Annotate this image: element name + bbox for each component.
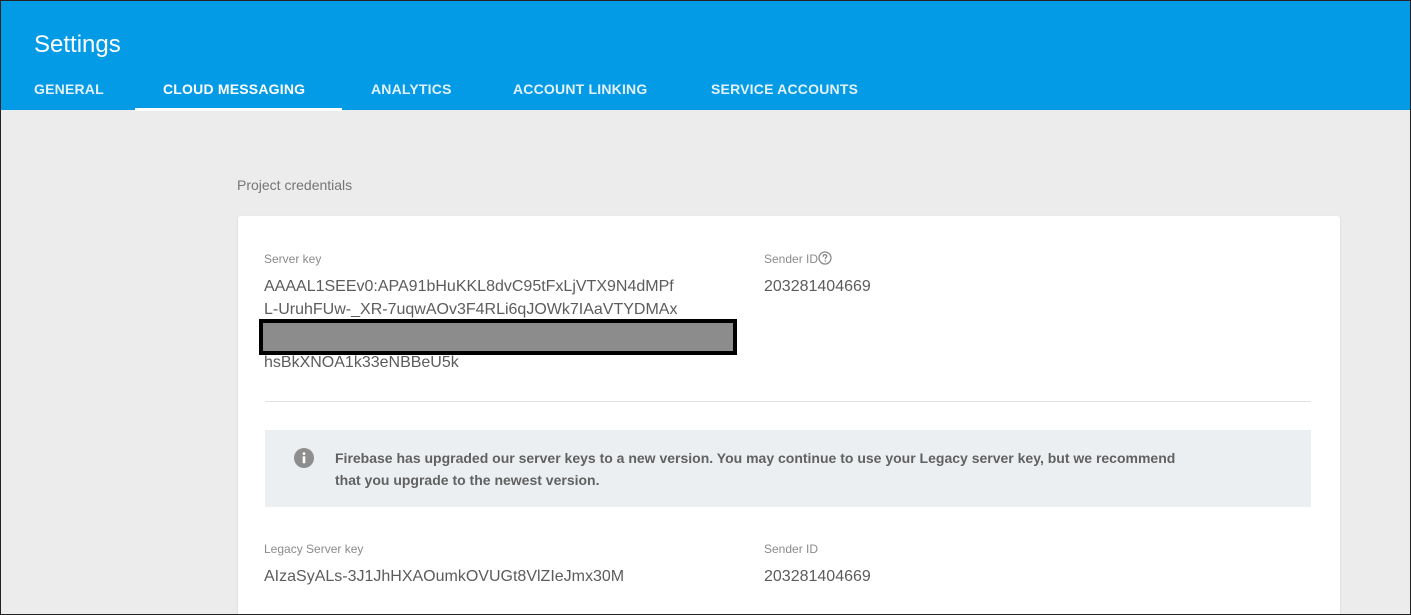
app-window: Settings GENERAL CLOUD MESSAGING ANALYTI…	[0, 0, 1411, 615]
sender-id-value[interactable]: 203281404669	[764, 277, 871, 297]
server-key-value-line2[interactable]: L-UruhFUw-_XR-7uqwAOv3F4RLi6qJOWk7IAaVTY…	[264, 300, 677, 320]
settings-header: Settings GENERAL CLOUD MESSAGING ANALYTI…	[1, 1, 1410, 111]
notice-line-1: Firebase has upgraded our server keys to…	[335, 450, 1176, 466]
server-key-value-line4[interactable]: hsBkXNOA1k33eNBBeU5k	[264, 353, 459, 373]
divider	[265, 401, 1311, 402]
help-circle-icon[interactable]	[818, 251, 832, 265]
legacy-sender-id-value[interactable]: 203281404669	[764, 567, 871, 587]
tab-service-accounts[interactable]: SERVICE ACCOUNTS	[711, 80, 858, 98]
tab-general[interactable]: GENERAL	[34, 80, 104, 98]
notice-line-2: that you upgrade to the newest version.	[335, 472, 600, 488]
legacy-server-key-value[interactable]: AIzaSyALs-3J1JhHXAOumkOVUGt8VlZIeJmx30M	[264, 567, 624, 587]
legacy-server-key-label: Legacy Server key	[264, 542, 364, 556]
active-tab-indicator	[135, 108, 342, 111]
info-icon	[294, 448, 314, 468]
tab-analytics[interactable]: ANALYTICS	[371, 80, 452, 98]
redaction-box	[259, 319, 737, 355]
tab-account-linking[interactable]: ACCOUNT LINKING	[513, 80, 647, 98]
server-key-label: Server key	[264, 252, 322, 266]
legacy-sender-id-label: Sender ID	[764, 542, 819, 556]
tab-cloud-messaging[interactable]: CLOUD MESSAGING	[163, 80, 305, 98]
page-title: Settings	[34, 31, 121, 58]
server-key-value-line1[interactable]: AAAAL1SEEv0:APA91bHuKKL8dvC95tFxLjVTX9N4…	[264, 277, 674, 297]
section-title: Project credentials	[237, 177, 353, 193]
sender-id-label: Sender ID	[764, 252, 819, 266]
notice-text: Firebase has upgraded our server keys to…	[335, 447, 1295, 491]
tab-bar: GENERAL CLOUD MESSAGING ANALYTICS ACCOUN…	[1, 80, 1410, 110]
